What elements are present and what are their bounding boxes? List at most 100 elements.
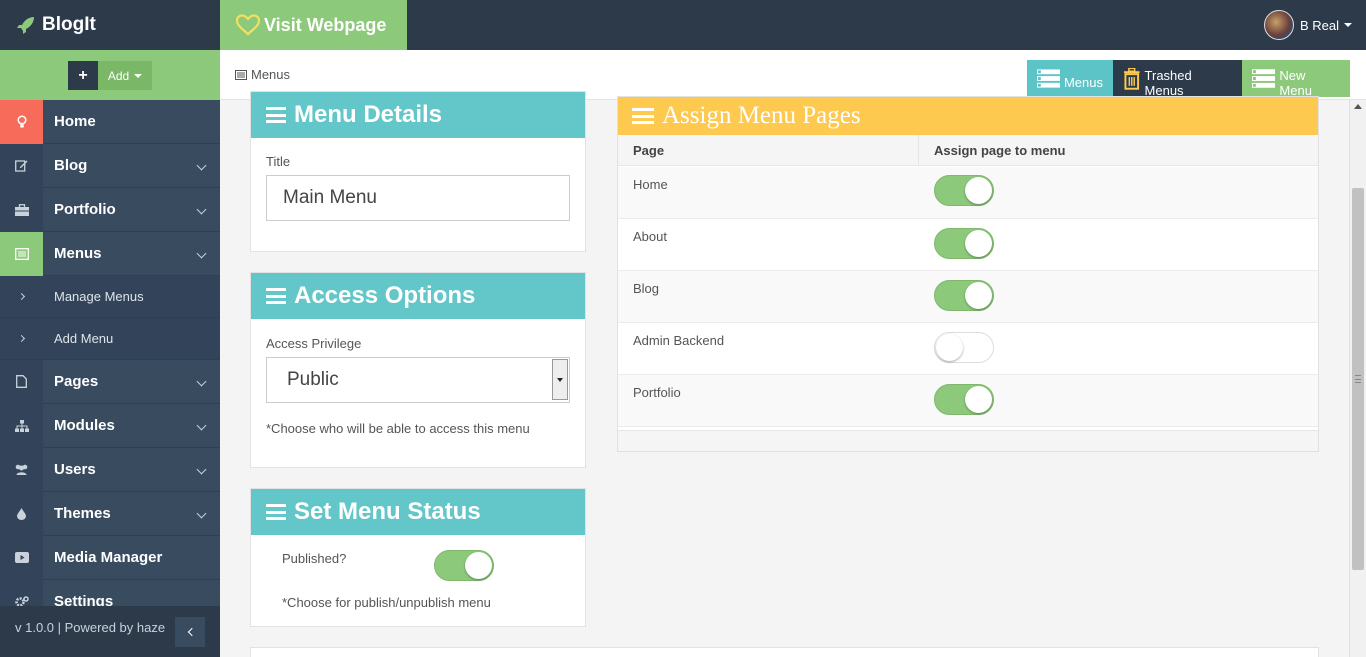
- table-header: Page Assign page to menu: [618, 135, 1318, 166]
- sidebar-item-portfolio[interactable]: Portfolio: [0, 187, 220, 232]
- vertical-scrollbar[interactable]: [1349, 100, 1366, 657]
- tint-icon: [17, 507, 26, 520]
- status-hint: *Choose for publish/unpublish menu: [282, 595, 491, 610]
- add-bar: + Add: [0, 50, 220, 100]
- trashed-menus-button[interactable]: Trashed Menus: [1113, 60, 1242, 98]
- user-menu[interactable]: B Real: [1263, 10, 1352, 40]
- chevron-right-icon: [17, 292, 26, 301]
- assign-pages-header: Assign Menu Pages: [618, 97, 1318, 135]
- avatar: [1263, 10, 1294, 40]
- trash-icon: [1123, 67, 1140, 90]
- scrollbar-thumb[interactable]: [1352, 188, 1364, 570]
- user-name: B Real: [1299, 17, 1339, 33]
- title-input[interactable]: Main Menu: [266, 175, 570, 221]
- panel-title: Access Options: [294, 282, 476, 309]
- bars-icon: [266, 107, 286, 123]
- breadcrumb: Menus: [235, 67, 290, 82]
- bars-icon: [266, 288, 286, 304]
- sitemap-icon: [14, 419, 29, 432]
- sidebar-item-label: Portfolio: [54, 201, 116, 218]
- chevron-left-icon: [187, 627, 196, 637]
- menu-list-icon: [1037, 68, 1060, 88]
- sidebar-item-themes[interactable]: Themes: [0, 491, 220, 536]
- chevron-down-icon: [196, 160, 207, 171]
- sidebar-item-blog[interactable]: Blog: [0, 143, 220, 188]
- menu-status-header: Set Menu Status: [251, 489, 585, 535]
- assign-toggle-about[interactable]: [934, 228, 994, 259]
- sidebar-item-label: Themes: [54, 505, 111, 522]
- sidebar-item-label: Menus: [54, 245, 102, 262]
- sidebar-item-label: Pages: [54, 373, 99, 390]
- sidebar-item-home[interactable]: Home: [0, 100, 220, 144]
- bars-icon: [266, 504, 286, 520]
- sidebar-item-label: Blog: [54, 157, 88, 174]
- published-toggle[interactable]: [434, 550, 494, 581]
- chevron-down-icon: [196, 508, 207, 519]
- panel-title: Menu Details: [294, 101, 443, 128]
- column-header-assign: Assign page to menu: [934, 143, 1066, 158]
- select-arrow-icon: [552, 359, 568, 400]
- sidebar-item-menus[interactable]: Menus: [0, 231, 220, 276]
- briefcase-icon: [14, 203, 29, 216]
- title-label: Title: [266, 154, 291, 169]
- trashed-menus-label: Trashed Menus: [1144, 67, 1192, 98]
- caret-down-icon: [134, 73, 143, 78]
- sidebar-item-label: Media Manager: [54, 549, 163, 566]
- page-name: Home: [633, 177, 668, 192]
- panel-title: Assign Menu Pages: [662, 102, 861, 129]
- page-name: Admin Backend: [633, 333, 725, 348]
- breadcrumb-current: Menus: [251, 67, 291, 82]
- sidebar-item-label: Modules: [54, 417, 115, 434]
- sidebar-subitem-manage-menus[interactable]: Manage Menus: [0, 276, 220, 318]
- chevron-down-icon: [196, 204, 207, 215]
- top-navbar: BlogIt Visit Webpage B Real: [0, 0, 1366, 50]
- column-header-page: Page: [633, 143, 665, 158]
- new-menu-label: New Menu: [1279, 67, 1312, 98]
- brand-name: BlogIt: [42, 14, 96, 35]
- visit-webpage-button[interactable]: Visit Webpage: [220, 0, 407, 50]
- bottom-panel: [250, 647, 1319, 657]
- sidebar-item-pages[interactable]: Pages: [0, 359, 220, 404]
- menus-button[interactable]: Menus: [1027, 60, 1113, 97]
- table-row: Home: [618, 167, 1318, 219]
- sidebar-subitem-add-menu[interactable]: Add Menu: [0, 318, 220, 360]
- menus-button-label: Menus: [1063, 75, 1103, 90]
- sidebar-footer: v 1.0.0 | Powered by haze: [0, 606, 220, 657]
- assign-toggle-home[interactable]: [934, 175, 994, 206]
- brand-logo[interactable]: BlogIt: [0, 0, 220, 50]
- video-icon: [14, 552, 29, 563]
- new-menu-button[interactable]: New Menu: [1242, 60, 1350, 98]
- chevron-down-icon: [196, 420, 207, 431]
- menu-details-header: Menu Details: [251, 92, 585, 138]
- users-icon: [15, 464, 28, 475]
- scroll-up-icon[interactable]: [1354, 104, 1362, 109]
- heart-icon: [235, 14, 261, 36]
- published-label: Published?: [282, 551, 347, 566]
- access-privilege-select[interactable]: Public: [266, 357, 570, 403]
- plus-icon[interactable]: +: [68, 61, 98, 90]
- chevron-right-icon: [17, 334, 26, 343]
- title-input-value: Main Menu: [283, 187, 377, 208]
- add-label: Add: [107, 68, 130, 83]
- chevron-down-icon: [196, 464, 207, 475]
- sidebar: Home Blog Portfolio Menus Manage Menus A…: [0, 100, 220, 657]
- sidebar-subitem-label: Manage Menus: [54, 289, 144, 304]
- assign-toggle-admin-backend[interactable]: [934, 332, 994, 363]
- access-privilege-label: Access Privilege: [266, 336, 362, 351]
- collapse-sidebar-button[interactable]: [175, 617, 205, 647]
- sidebar-subitem-label: Add Menu: [54, 331, 114, 346]
- access-privilege-value: Public: [287, 369, 339, 390]
- table-footer: [618, 430, 1318, 451]
- assign-pages-panel: Assign Menu Pages Page Assign page to me…: [617, 96, 1319, 452]
- sidebar-item-media-manager[interactable]: Media Manager: [0, 535, 220, 580]
- assign-toggle-portfolio[interactable]: [934, 384, 994, 415]
- access-options-panel: Access Options Access Privilege Public *…: [250, 272, 586, 468]
- sidebar-item-modules[interactable]: Modules: [0, 403, 220, 448]
- panel-title: Set Menu Status: [294, 498, 481, 525]
- page-name: Blog: [633, 281, 660, 296]
- sidebar-item-users[interactable]: Users: [0, 447, 220, 492]
- file-icon: [16, 375, 27, 388]
- sidebar-item-label: Users: [54, 461, 96, 478]
- assign-toggle-blog[interactable]: [934, 280, 994, 311]
- add-dropdown-button[interactable]: Add: [98, 61, 152, 90]
